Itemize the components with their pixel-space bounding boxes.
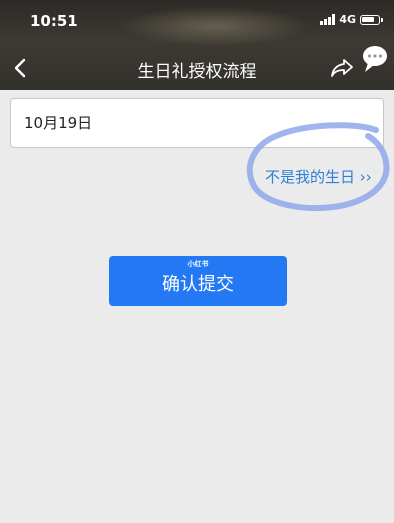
battery-icon xyxy=(360,14,383,25)
confirm-submit-label: 确认提交 xyxy=(162,274,234,295)
share-icon xyxy=(331,59,353,77)
navigation-header: 10:51 4G 生日礼授权流程 xyxy=(0,0,394,90)
not-my-birthday-link[interactable]: 不是我的生日 ›› xyxy=(265,166,372,187)
confirm-submit-button[interactable]: 小红书 确认提交 xyxy=(109,256,287,306)
network-type: 4G xyxy=(339,13,356,26)
chat-button[interactable] xyxy=(361,44,389,74)
status-time: 10:51 xyxy=(30,12,78,30)
watermark-logo: 小红书 xyxy=(187,260,209,268)
share-button[interactable] xyxy=(330,58,354,78)
signal-icon xyxy=(320,14,336,25)
chat-bubble-icon xyxy=(363,46,387,72)
status-indicators: 4G xyxy=(320,13,383,26)
